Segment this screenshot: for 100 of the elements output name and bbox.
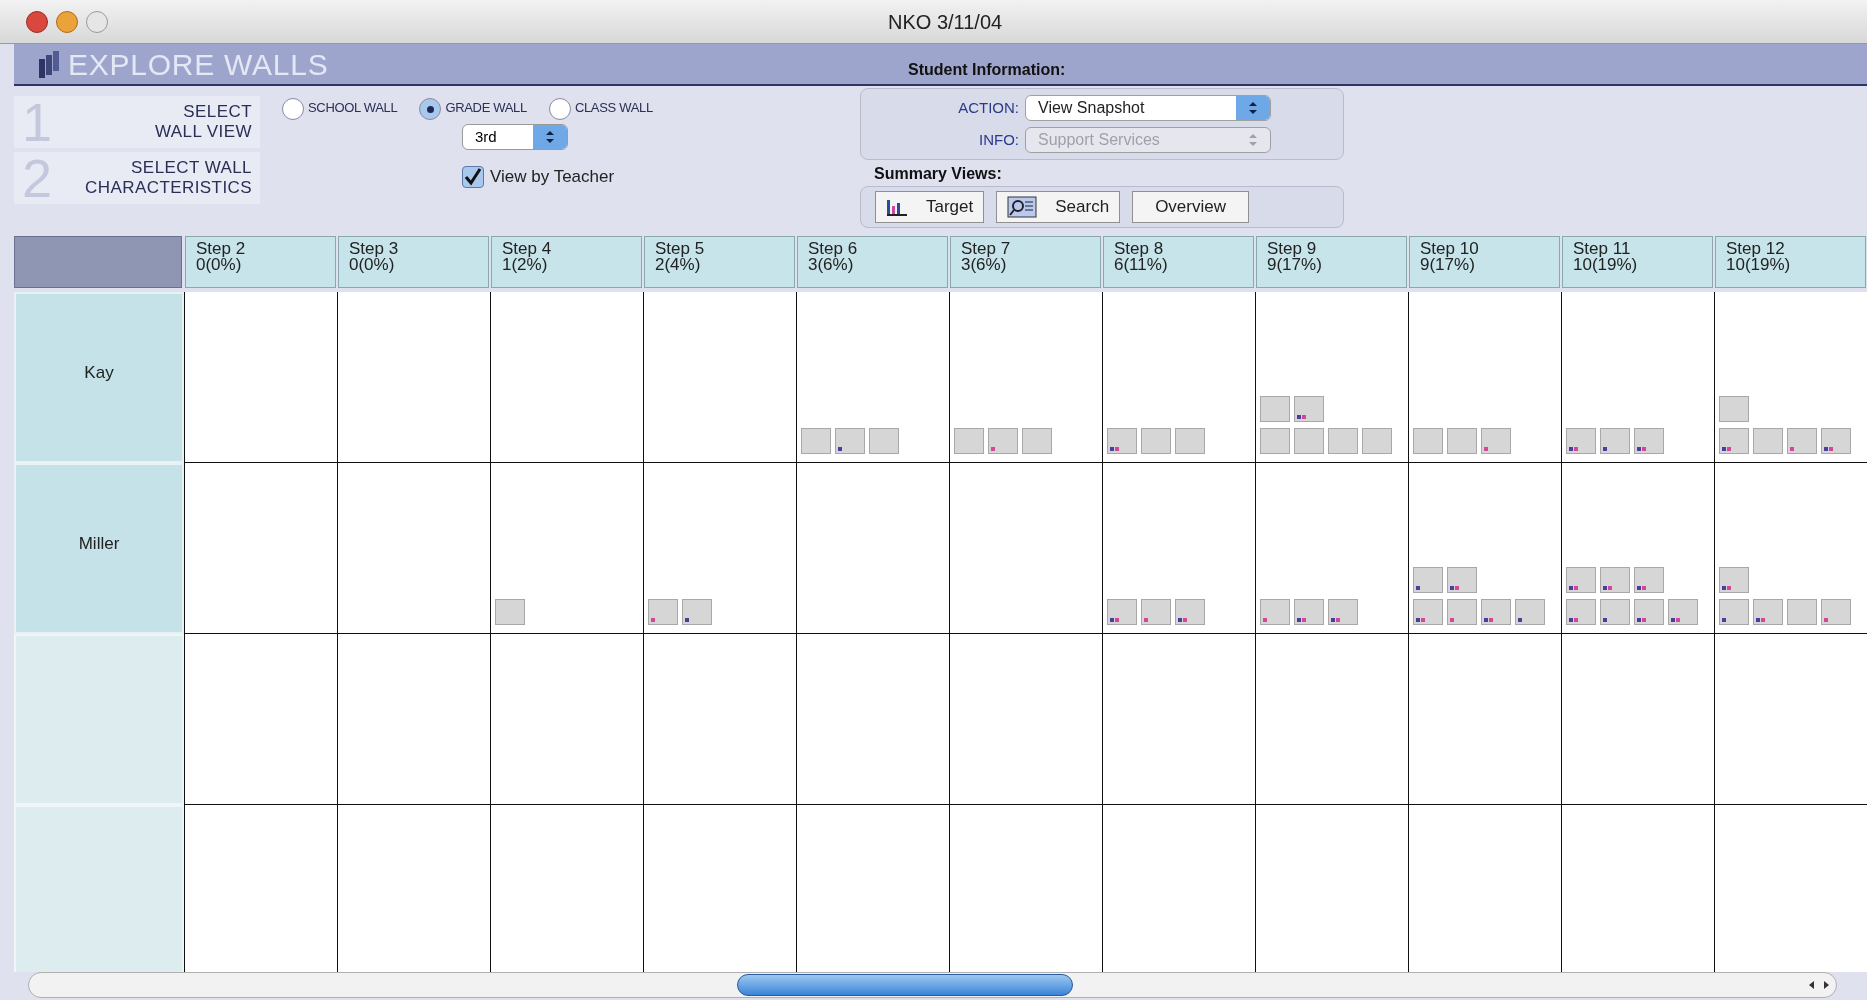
step-tile[interactable]: [1719, 396, 1749, 422]
step-tile[interactable]: [1447, 567, 1477, 593]
teacher-row-header[interactable]: Miller: [14, 463, 184, 634]
radio-button[interactable]: [282, 98, 304, 120]
column-header[interactable]: Step 5 2(4%): [644, 236, 795, 288]
step-tile[interactable]: [1447, 599, 1477, 625]
horizontal-scrollbar[interactable]: [28, 972, 1837, 998]
step-count: 9(17%): [1267, 257, 1323, 273]
step-tile[interactable]: [1634, 599, 1664, 625]
radio-button[interactable]: [419, 98, 442, 120]
checkmark-icon: [464, 167, 482, 186]
step-tile[interactable]: [1634, 428, 1664, 454]
summary-button[interactable]: Target: [875, 191, 985, 223]
step-label: SELECT WALL: [131, 158, 252, 178]
step-tile[interactable]: [1447, 428, 1477, 454]
step-tile[interactable]: [1787, 428, 1817, 454]
step-name: Step 7: [961, 241, 1012, 257]
step-count: 0(0%): [196, 257, 243, 273]
step-label: SELECT: [183, 102, 252, 122]
column-header[interactable]: Step 8 6(11%): [1103, 236, 1254, 288]
step-tile[interactable]: [1328, 428, 1358, 454]
step-tile[interactable]: [1481, 428, 1511, 454]
step-tile[interactable]: [1566, 567, 1596, 593]
step-tile[interactable]: [1294, 599, 1324, 625]
dropdown-field[interactable]: View Snapshot: [1025, 95, 1271, 121]
step-tile[interactable]: [495, 599, 525, 625]
step-tile[interactable]: [988, 428, 1018, 454]
step-name: Step 2: [196, 241, 247, 257]
grade-select[interactable]: 3rd: [462, 124, 568, 150]
step-tile[interactable]: [1668, 599, 1698, 625]
section-title: Summary Views:: [874, 164, 1003, 184]
step-tile[interactable]: [1566, 428, 1596, 454]
step-tile[interactable]: [1719, 599, 1749, 625]
step-tile[interactable]: [1600, 599, 1630, 625]
step-name: Step 8: [1114, 241, 1165, 257]
step-tile[interactable]: [1362, 428, 1392, 454]
column-header[interactable]: Step 3 0(0%): [338, 236, 489, 288]
walls-logo-icon: [38, 49, 60, 79]
step-tile[interactable]: [1107, 599, 1137, 625]
column-header[interactable]: Step 6 3(6%): [797, 236, 948, 288]
column-header[interactable]: Step 9 9(17%): [1256, 236, 1407, 288]
summary-button[interactable]: Overview: [1132, 191, 1249, 223]
step-tile[interactable]: [1753, 428, 1783, 454]
bar-chart-icon: [886, 198, 908, 216]
step-tile[interactable]: [1634, 567, 1664, 593]
teacher-row-header[interactable]: Kay: [14, 292, 184, 463]
step-tile[interactable]: [1753, 599, 1783, 625]
step-tile[interactable]: [954, 428, 984, 454]
step-name: Step 3: [349, 241, 400, 257]
radio-button[interactable]: [548, 98, 571, 120]
step-tile[interactable]: [1260, 396, 1290, 422]
column-header[interactable]: Step 7 3(6%): [950, 236, 1101, 288]
step-tile[interactable]: [1413, 567, 1443, 593]
column-header[interactable]: Step 12 10(19%): [1715, 236, 1866, 288]
step-tile[interactable]: [1260, 428, 1290, 454]
step-tile[interactable]: [1821, 428, 1851, 454]
step-tile[interactable]: [1413, 428, 1443, 454]
step-tile[interactable]: [1600, 567, 1630, 593]
step-tile[interactable]: [1141, 428, 1171, 454]
step-tile[interactable]: [1821, 599, 1851, 625]
step-tile[interactable]: [1175, 428, 1205, 454]
radio-label: CLASS WALL: [574, 99, 653, 117]
step-name: Step 10: [1420, 241, 1480, 257]
column-header[interactable]: Step 11 10(19%): [1562, 236, 1713, 288]
column-header[interactable]: Step 2 0(0%): [185, 236, 336, 288]
step-tile[interactable]: [1787, 599, 1817, 625]
zoom-button[interactable]: [86, 10, 108, 33]
radio-label: GRADE WALL: [445, 99, 527, 117]
step-tile[interactable]: [835, 428, 865, 454]
step-tile[interactable]: [1328, 599, 1358, 625]
step-tile[interactable]: [1294, 428, 1324, 454]
step-tile[interactable]: [1719, 428, 1749, 454]
step-tile[interactable]: [682, 599, 712, 625]
step-tile[interactable]: [1515, 599, 1545, 625]
step-tile[interactable]: [1719, 567, 1749, 593]
step-tile[interactable]: [1294, 396, 1324, 422]
app-title: EXPLORE WALLS: [68, 46, 330, 83]
step-tile[interactable]: [1481, 599, 1511, 625]
step-name: Step 4: [502, 241, 553, 257]
step-tile[interactable]: [1175, 599, 1205, 625]
summary-button[interactable]: Search: [996, 191, 1121, 223]
step-tile[interactable]: [801, 428, 831, 454]
minimize-button[interactable]: [56, 10, 78, 33]
scrollbar-thumb[interactable]: [737, 974, 1073, 996]
step-tile[interactable]: [1566, 599, 1596, 625]
step-tile[interactable]: [1413, 599, 1443, 625]
step-tile[interactable]: [1600, 428, 1630, 454]
step-count: 3(6%): [961, 257, 1008, 273]
step-name: Step 6: [808, 241, 859, 257]
step-tile[interactable]: [1107, 428, 1137, 454]
step-tile[interactable]: [869, 428, 899, 454]
column-header[interactable]: Step 10 9(17%): [1409, 236, 1560, 288]
step-tile[interactable]: [1141, 599, 1171, 625]
close-button[interactable]: [26, 10, 48, 33]
step-tile[interactable]: [648, 599, 678, 625]
step-count: 3(6%): [808, 257, 855, 273]
column-header[interactable]: Step 4 1(2%): [491, 236, 642, 288]
step-tile[interactable]: [1260, 599, 1290, 625]
step-tile[interactable]: [1022, 428, 1052, 454]
checkbox[interactable]: [462, 165, 484, 188]
